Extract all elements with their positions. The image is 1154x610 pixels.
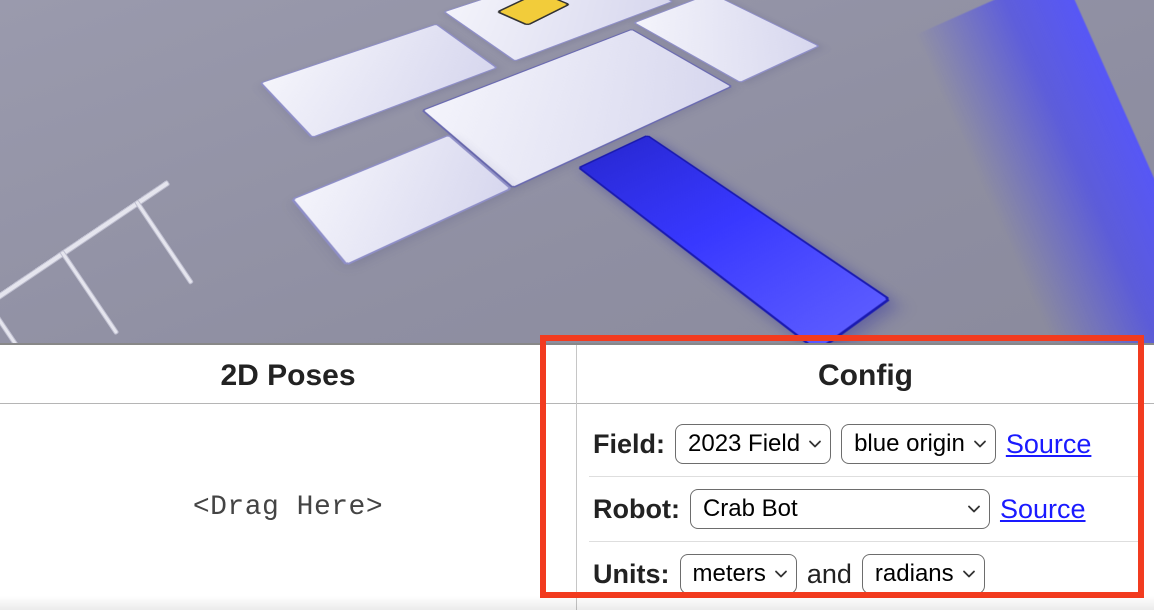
field-structure [208,0,955,340]
poses-panel-title: 2D Poses [0,345,576,404]
origin-select[interactable]: blue origin [841,424,996,464]
angle-units-select[interactable]: radians [862,554,985,594]
chevron-down-icon [774,567,788,581]
angle-units-value: radians [875,560,954,588]
robot-label: Robot: [593,494,680,525]
config-body: Field: 2023 Field blue origin Source Rob… [577,404,1154,610]
alliance-wall-blue [915,0,1154,345]
robot-source-link[interactable]: Source [1000,494,1086,525]
chevron-down-icon [973,437,987,451]
drag-here-placeholder: <Drag Here> [193,492,383,523]
origin-select-value: blue origin [854,430,965,458]
config-panel-title: Config [577,345,1154,404]
chevron-down-icon [967,502,981,516]
field-panel [633,0,820,83]
bottom-panel-row: 2D Poses <Drag Here> Config Field: 2023 … [0,345,1154,610]
units-and-text: and [807,559,852,590]
guardrail [0,180,229,345]
poses-drop-zone[interactable]: <Drag Here> [0,404,576,610]
chevron-down-icon [808,437,822,451]
field-3d-viewport[interactable] [0,0,1154,345]
field-select-value: 2023 Field [688,430,800,458]
field-source-link[interactable]: Source [1006,429,1092,460]
robot-select-value: Crab Bot [703,495,798,523]
scene-3d [0,0,1154,343]
poses-panel: 2D Poses <Drag Here> [0,345,577,610]
config-panel: Config Field: 2023 Field blue origin Sou… [577,345,1154,610]
units-label: Units: [593,559,670,590]
config-row-field: Field: 2023 Field blue origin Source [589,412,1142,477]
robot-select[interactable]: Crab Bot [690,489,990,529]
config-row-robot: Robot: Crab Bot Source [589,477,1142,542]
config-row-units: Units: meters and radians [589,542,1142,606]
distance-units-value: meters [693,560,766,588]
field-select[interactable]: 2023 Field [675,424,831,464]
chevron-down-icon [962,567,976,581]
field-label: Field: [593,429,665,460]
distance-units-select[interactable]: meters [680,554,797,594]
field-panel [259,24,498,139]
charge-station [577,135,891,345]
